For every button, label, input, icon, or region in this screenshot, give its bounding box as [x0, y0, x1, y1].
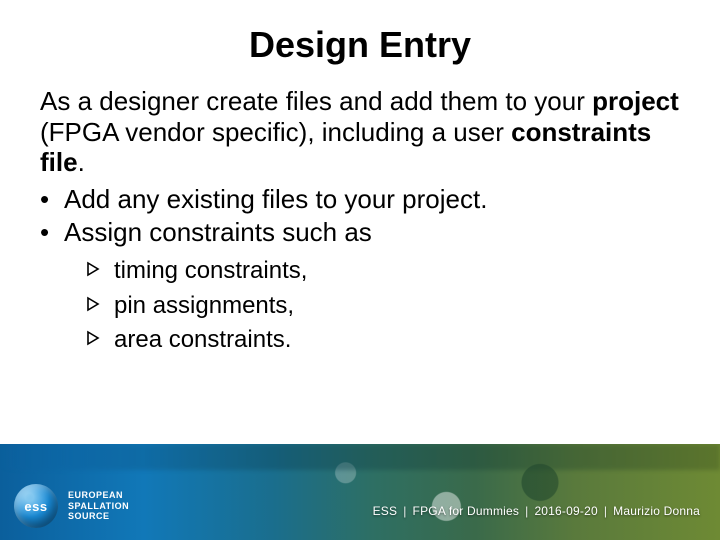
ess-logo-text: EUROPEAN SPALLATION SOURCE: [68, 490, 129, 521]
slide-body: As a designer create files and add them …: [0, 86, 720, 354]
slide: Design Entry As a designer create files …: [0, 0, 720, 540]
bullet-item: Assign constraints such as: [40, 217, 680, 248]
ess-logo-line1: EUROPEAN: [68, 490, 129, 500]
footer-band-gradient: [0, 444, 720, 470]
bullet-text: Assign constraints such as: [64, 217, 372, 247]
bullet-list: Add any existing files to your project. …: [40, 184, 680, 247]
arrow-right-icon: [86, 296, 102, 312]
ess-logo-block: ess EUROPEAN SPALLATION SOURCE: [14, 484, 129, 528]
sub-bullet-item: area constraints.: [86, 326, 680, 354]
bullet-item: Add any existing files to your project.: [40, 184, 680, 215]
sub-bullet-item: pin assignments,: [86, 292, 680, 320]
sub-bullet-text: timing constraints,: [114, 257, 307, 284]
footer-separator: |: [604, 504, 607, 518]
sub-bullet-item: timing constraints,: [86, 257, 680, 285]
footer-separator: |: [403, 504, 406, 518]
intro-text-mid: (FPGA vendor specific), including a user: [40, 117, 511, 147]
footer-text: ESS | FPGA for Dummies | 2016-09-20 | Ma…: [373, 504, 700, 518]
intro-paragraph: As a designer create files and add them …: [40, 86, 680, 178]
ess-logo-line2: SPALLATION: [68, 501, 129, 511]
sub-bullet-text: area constraints.: [114, 326, 291, 353]
ess-logo-icon: ess: [14, 484, 58, 528]
arrow-right-icon: [86, 330, 102, 346]
footer-deck: FPGA for Dummies: [413, 504, 520, 518]
footer-org: ESS: [373, 504, 398, 518]
footer-separator: |: [525, 504, 528, 518]
sub-bullet-text: pin assignments,: [114, 292, 294, 319]
arrow-right-icon: [86, 261, 102, 277]
footer-author: Maurizio Donna: [613, 504, 700, 518]
intro-text-pre: As a designer create files and add them …: [40, 86, 592, 116]
intro-text-post: .: [78, 147, 85, 177]
slide-title: Design Entry: [0, 0, 720, 86]
ess-logo-line3: SOURCE: [68, 511, 129, 521]
sub-bullet-list: timing constraints, pin assignments, are…: [86, 257, 680, 354]
intro-bold-project: project: [592, 86, 679, 116]
footer-date: 2016-09-20: [534, 504, 597, 518]
footer-band: ess EUROPEAN SPALLATION SOURCE ESS | FPG…: [0, 444, 720, 540]
ess-logo-abbr: ess: [24, 499, 47, 514]
bullet-text: Add any existing files to your project.: [64, 184, 487, 214]
